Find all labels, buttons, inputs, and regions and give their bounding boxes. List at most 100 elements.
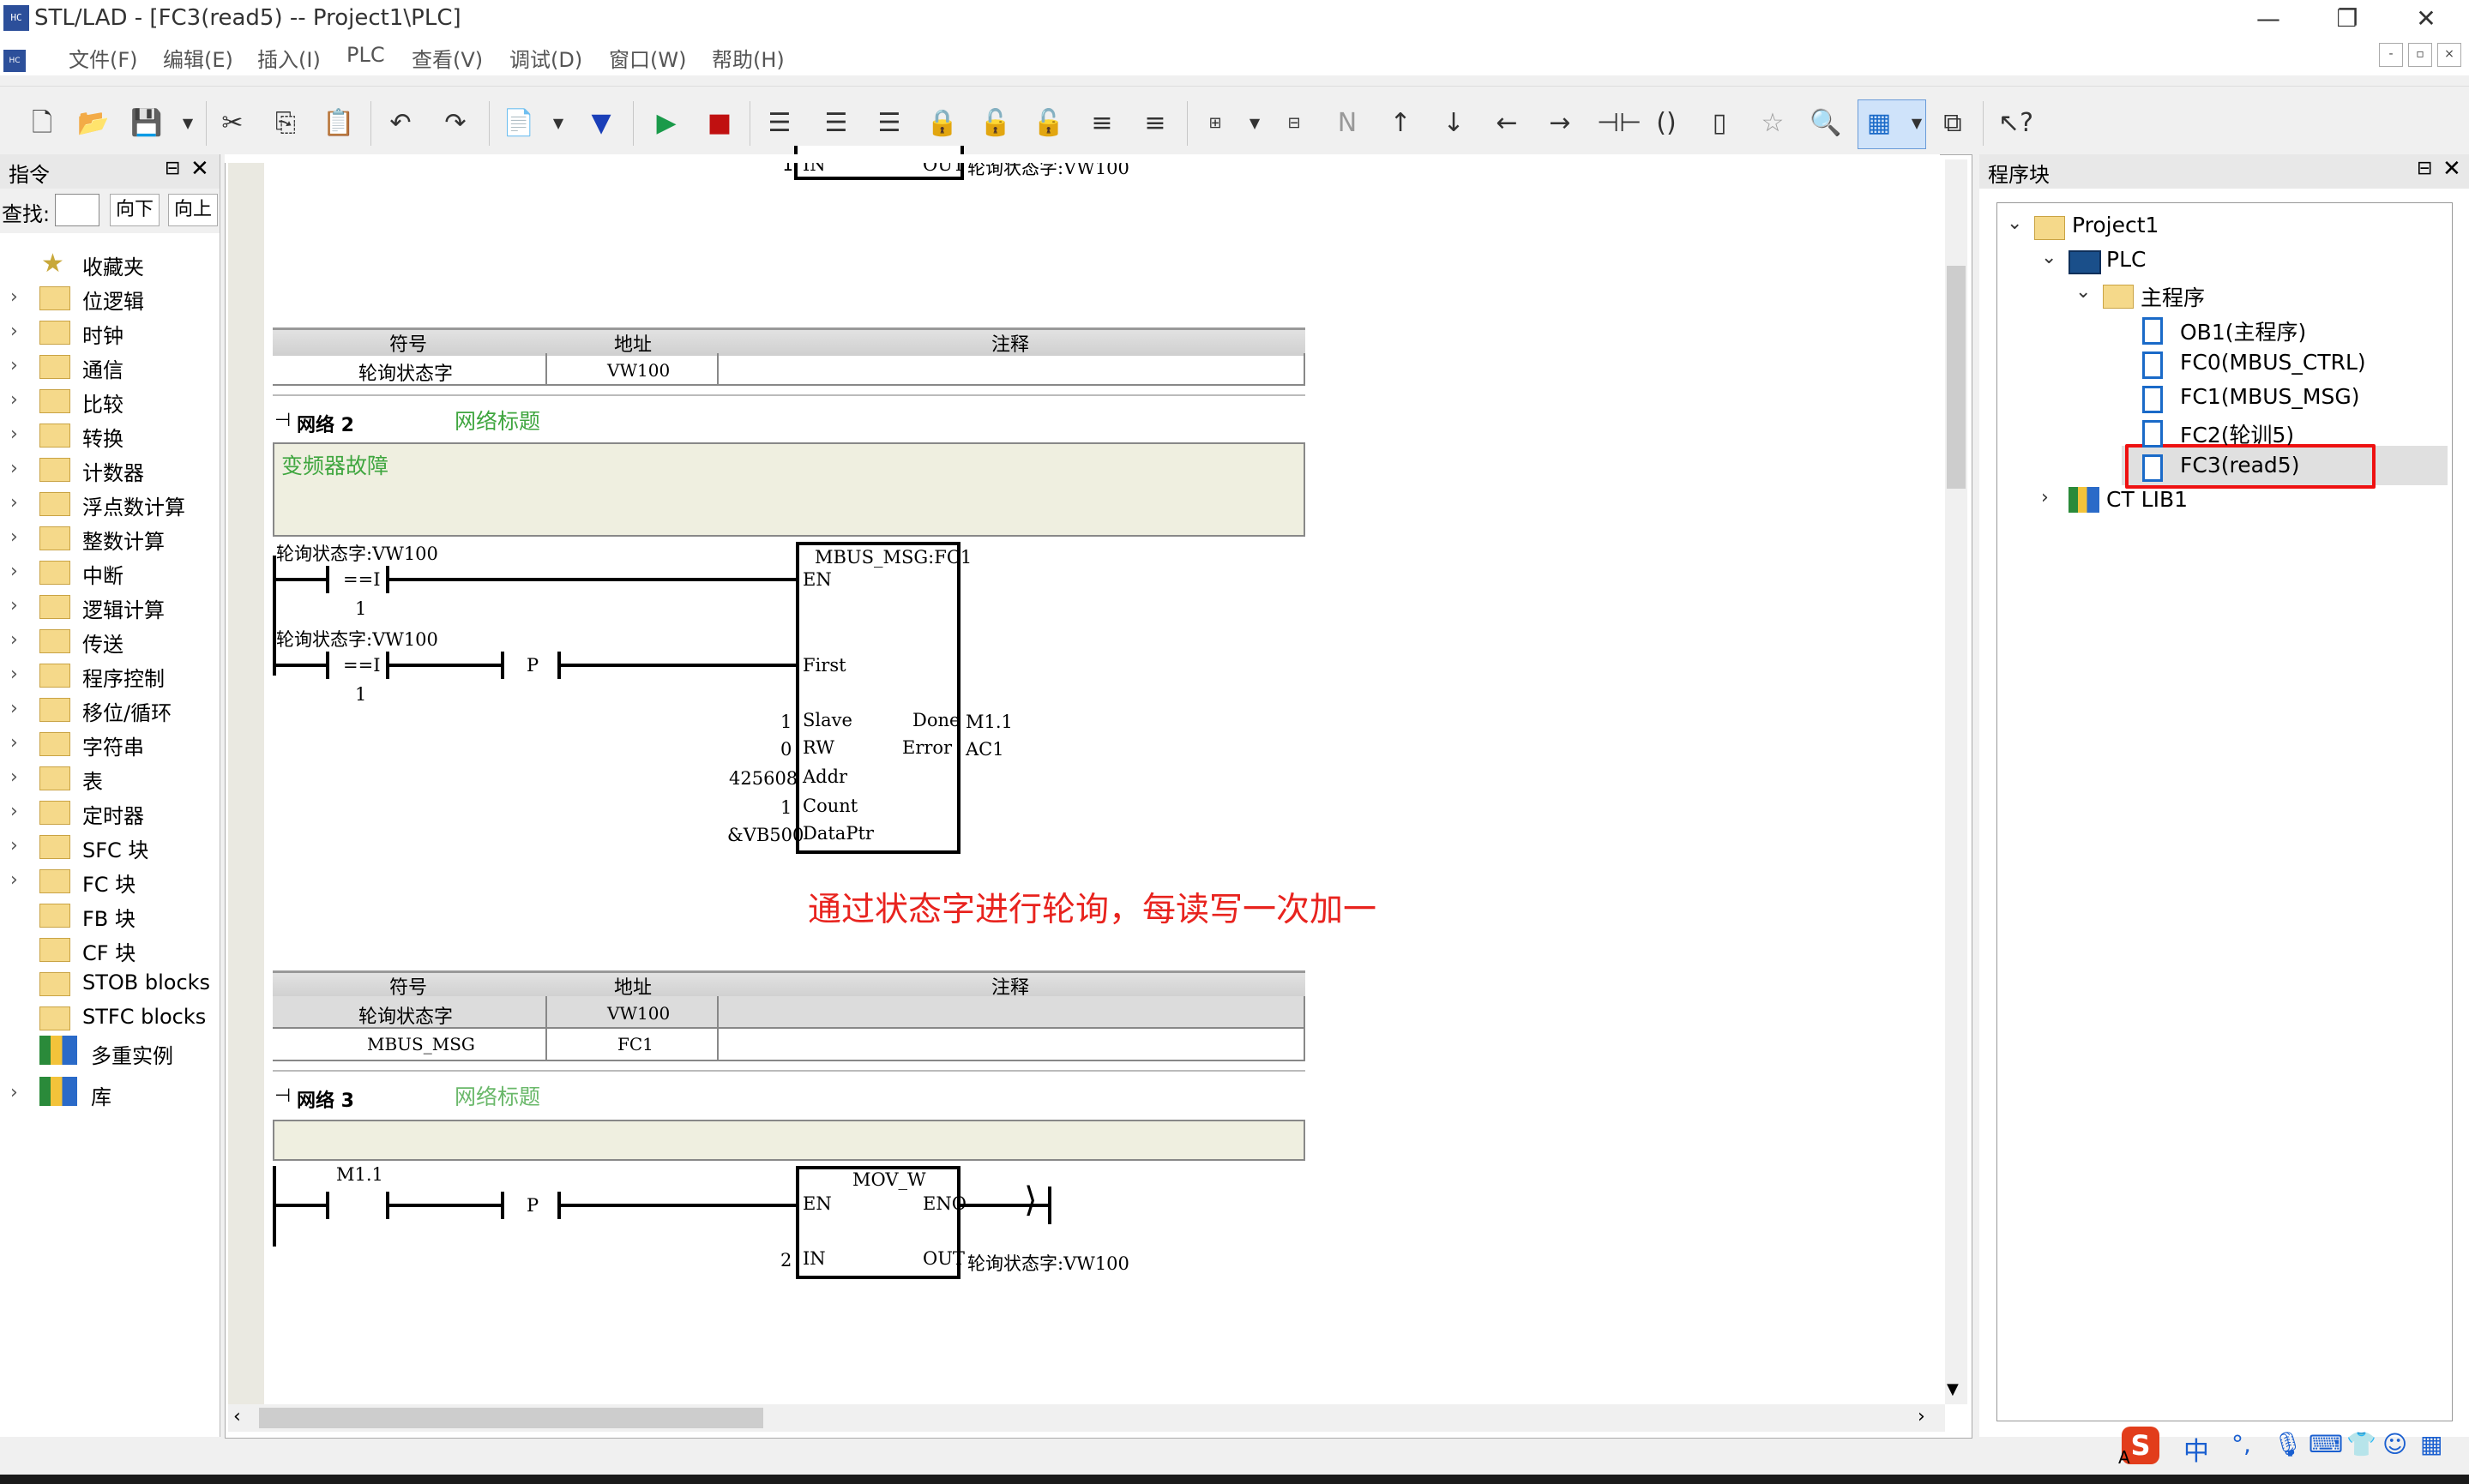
- chevron-right-icon[interactable]: ›: [10, 732, 18, 754]
- chevron-right-icon[interactable]: ›: [10, 286, 18, 308]
- download-icon[interactable]: ▼: [585, 107, 617, 140]
- close-button[interactable]: ✕: [2388, 0, 2465, 38]
- new-file-icon[interactable]: 🗋: [26, 107, 58, 140]
- chevron-right-icon[interactable]: ›: [10, 869, 18, 891]
- project-tree-item[interactable]: OB1(主程序): [2180, 315, 2306, 346]
- line-left-icon[interactable]: ←: [1490, 107, 1523, 140]
- instruction-tree-item[interactable]: › 移位/循环: [0, 693, 220, 727]
- chevron-right-icon[interactable]: ›: [10, 835, 18, 856]
- instruction-tree-item[interactable]: › 计数器: [0, 453, 220, 487]
- table-status-icon[interactable]: ☰: [820, 107, 852, 140]
- redo-icon[interactable]: ↷: [439, 107, 472, 140]
- project-tree-item[interactable]: FC0(MBUS_CTRL): [2180, 350, 2366, 375]
- run-icon[interactable]: ▶: [650, 107, 683, 140]
- menu-insert[interactable]: 插入(I): [257, 43, 321, 73]
- menu-file[interactable]: 文件(F): [69, 43, 138, 73]
- comment-icon[interactable]: ≡: [1139, 107, 1171, 140]
- force-unlock-icon[interactable]: 🔓: [1033, 107, 1065, 140]
- favorite-icon[interactable]: ☆: [1756, 107, 1789, 140]
- project-tree-item[interactable]: FC3(read5): [2180, 453, 2299, 478]
- chevron-right-icon[interactable]: ›: [10, 424, 18, 445]
- project-tree-item[interactable]: FC1(MBUS_MSG): [2180, 384, 2359, 409]
- instruction-tree-item[interactable]: › 程序控制: [0, 658, 220, 693]
- instruction-tree-item[interactable]: › 通信: [0, 350, 220, 384]
- chevron-right-icon[interactable]: ›: [10, 801, 18, 822]
- stop-icon[interactable]: ■: [703, 107, 736, 140]
- contact2-operator[interactable]: ==I: [343, 655, 381, 676]
- instruction-tree-item[interactable]: › FC 块: [0, 864, 220, 898]
- indent-icon[interactable]: ≡: [1086, 107, 1118, 140]
- scroll-right-icon[interactable]: ›: [1918, 1406, 1925, 1427]
- project-tree-item[interactable]: CT LIB1: [2106, 487, 2188, 512]
- network-3-comment-box[interactable]: [273, 1120, 1305, 1161]
- instruction-tree-item[interactable]: › 浮点数计算: [0, 487, 220, 521]
- instruction-tree-item[interactable]: › 传送: [0, 624, 220, 658]
- project-tree-item[interactable]: Project1: [2072, 213, 2159, 237]
- close-icon[interactable]: ✕: [190, 156, 209, 182]
- mdi-restore-button[interactable]: ▫: [2408, 43, 2432, 67]
- chevron-right-icon[interactable]: ›: [10, 526, 18, 548]
- instruction-tree-item[interactable]: › 时钟: [0, 315, 220, 350]
- chevron-right-icon[interactable]: ›: [10, 664, 18, 685]
- instruction-tree-item[interactable]: STOB blocks: [0, 967, 220, 1001]
- contact1-operator[interactable]: ==I: [343, 569, 381, 590]
- mdi-close-button[interactable]: ×: [2437, 43, 2461, 67]
- instruction-tree-item[interactable]: STFC blocks: [0, 1001, 220, 1036]
- vertical-scroll-thumb[interactable]: [1947, 266, 1966, 489]
- instruction-tree-item[interactable]: › 比较: [0, 384, 220, 418]
- undo-icon[interactable]: ↶: [384, 107, 417, 140]
- ime-punct-toggle[interactable]: °,: [2231, 1430, 2251, 1458]
- microphone-icon[interactable]: 🎙: [2273, 1430, 2303, 1458]
- chevron-down-icon[interactable]: ⌄: [2007, 213, 2022, 234]
- instruction-tree-item[interactable]: › 字符串: [0, 727, 220, 761]
- compile-icon[interactable]: 📄: [503, 107, 535, 140]
- instruction-tree-item[interactable]: › 定时器: [0, 796, 220, 830]
- chevron-right-icon[interactable]: ›: [10, 492, 18, 514]
- p-contact[interactable]: P: [527, 655, 539, 676]
- line-right-icon[interactable]: →: [1544, 107, 1576, 140]
- negation-icon[interactable]: N: [1331, 107, 1364, 140]
- copy-icon[interactable]: ⎘: [269, 107, 302, 140]
- pin-icon[interactable]: ⊟: [2417, 158, 2432, 179]
- instruction-tree-item[interactable]: › 表: [0, 761, 220, 796]
- save-dropdown-icon[interactable]: ▼: [172, 107, 204, 140]
- insert-dropdown-icon[interactable]: ▼: [1238, 107, 1271, 140]
- restore-button[interactable]: ❐: [2309, 0, 2386, 38]
- box-icon[interactable]: ▯: [1703, 107, 1736, 140]
- instruction-tree-item[interactable]: FB 块: [0, 898, 220, 933]
- chevron-right-icon[interactable]: ›: [2041, 487, 2049, 508]
- program-status-icon[interactable]: ☰: [763, 107, 796, 140]
- project-tree-item[interactable]: 主程序: [2141, 281, 2205, 312]
- chevron-right-icon[interactable]: ›: [10, 595, 18, 616]
- network-collapse-icon[interactable]: ⊣: [274, 1085, 291, 1107]
- instruction-tree-item[interactable]: › 转换: [0, 418, 220, 453]
- chevron-right-icon[interactable]: ›: [10, 389, 18, 411]
- cut-icon[interactable]: ✂: [216, 107, 249, 140]
- instruction-tree-item[interactable]: › 库: [0, 1077, 220, 1111]
- search-input[interactable]: [55, 194, 99, 226]
- scroll-left-icon[interactable]: ‹: [233, 1406, 241, 1427]
- skin-icon[interactable]: 👕: [2346, 1430, 2376, 1458]
- chevron-right-icon[interactable]: ›: [10, 629, 18, 651]
- coil-icon[interactable]: (): [1650, 107, 1683, 140]
- chevron-right-icon[interactable]: ›: [10, 561, 18, 582]
- trend-icon[interactable]: ☰: [873, 107, 906, 140]
- compile-dropdown-icon[interactable]: ▼: [542, 107, 575, 140]
- lock-icon[interactable]: 🔒: [926, 107, 959, 140]
- line-down-icon[interactable]: ↓: [1437, 107, 1470, 140]
- chevron-down-icon[interactable]: ⌄: [2075, 281, 2091, 303]
- chevron-right-icon[interactable]: ›: [10, 355, 18, 376]
- emoji-icon[interactable]: ☺: [2382, 1430, 2407, 1458]
- p-contact-3[interactable]: P: [527, 1195, 539, 1216]
- mdi-minimize-button[interactable]: -: [2379, 43, 2403, 67]
- insert-network-icon[interactable]: ⊞: [1199, 107, 1231, 140]
- search-down-button[interactable]: 向下: [110, 194, 160, 226]
- instruction-tree-item[interactable]: CF 块: [0, 933, 220, 967]
- network-3-title[interactable]: 网络标题: [455, 1080, 540, 1111]
- unlock-icon[interactable]: 🔓: [979, 107, 1012, 140]
- chevron-right-icon[interactable]: ›: [10, 1082, 18, 1103]
- table-view-icon[interactable]: ▦: [1863, 107, 1895, 140]
- search-up-button[interactable]: 向上: [168, 194, 218, 226]
- instruction-tree-item[interactable]: › 中断: [0, 556, 220, 590]
- chevron-down-icon[interactable]: ⌄: [2041, 247, 2056, 268]
